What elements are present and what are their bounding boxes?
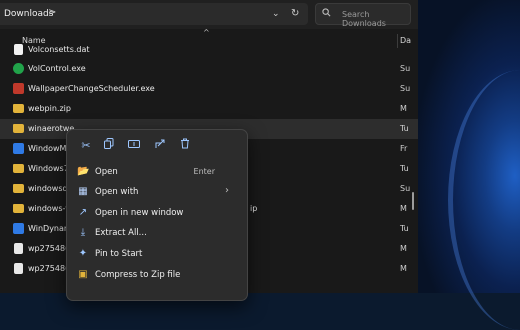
menu-item-label: Open with	[95, 187, 139, 197]
cut-icon[interactable]: ✂	[75, 136, 97, 156]
file-date: M	[400, 104, 407, 113]
menu-item-pin-to-start[interactable]: ✦ Pin to Start	[73, 245, 241, 264]
file-date: Tu	[400, 224, 409, 233]
file-row[interactable]: webpin.zip M	[0, 99, 418, 119]
context-menu: ✂ 📂 Open Enter ▦ Open with › ↗ Open in new wind…	[66, 129, 248, 301]
file-date: Su	[400, 64, 411, 73]
folder-open-icon: 📂	[77, 166, 90, 177]
file-date: M	[400, 204, 407, 213]
scrollbar-thumb[interactable]	[412, 192, 414, 210]
menu-item-label: Pin to Start	[95, 249, 143, 259]
chevron-right-icon: ›	[225, 185, 229, 196]
chevron-right-icon[interactable]: >	[48, 7, 56, 18]
file-icon	[14, 44, 23, 55]
file-icon	[14, 243, 23, 254]
file-date: Su	[400, 184, 411, 193]
menu-item-shortcut: Enter	[193, 167, 215, 176]
chevron-down-icon[interactable]: ⌄	[272, 9, 280, 19]
menu-item-open-with[interactable]: ▦ Open with ›	[73, 183, 241, 202]
file-name: Volconsetts.dat	[28, 45, 90, 54]
search-icon	[322, 8, 331, 20]
menu-item-label: Extract All...	[95, 228, 147, 238]
zip-folder-icon	[13, 184, 24, 193]
file-date: Tu	[400, 124, 409, 133]
menu-item-label: Open	[95, 167, 118, 177]
file-date: Tu	[400, 164, 409, 173]
file-row[interactable]: WallpaperChangeScheduler.exe Su	[0, 79, 418, 99]
desktop-wallpaper	[418, 0, 520, 330]
search-placeholder: Search Downloads	[342, 10, 386, 28]
zip-icon: ▣	[78, 269, 88, 280]
app-icon	[13, 63, 24, 74]
menu-item-label: Compress to Zip file	[95, 270, 181, 280]
breadcrumb[interactable]: Downloads > ⌄ ↻	[0, 3, 308, 25]
file-row[interactable]: Volconsetts.dat	[0, 40, 418, 60]
address-bar: Downloads > ⌄ ↻ Search Downloads	[0, 0, 418, 29]
extract-icon: ⤓	[80, 227, 86, 238]
share-icon[interactable]	[149, 136, 171, 156]
menu-item-compress-to-zip-file[interactable]: ▣ Compress to Zip file	[73, 266, 241, 285]
delete-icon[interactable]	[174, 136, 196, 156]
menu-item-label: Open in new window	[95, 208, 184, 218]
zip-folder-icon	[13, 164, 24, 173]
zip-folder-icon	[13, 124, 24, 133]
app-icon	[13, 83, 24, 94]
app-icon	[13, 223, 24, 234]
rename-icon[interactable]	[123, 136, 145, 156]
menu-item-extract-all[interactable]: ⤓ Extract All...	[73, 224, 241, 243]
copy-icon[interactable]	[98, 136, 120, 156]
file-name: WindowMe	[28, 144, 72, 153]
file-row[interactable]: VolControl.exe Su	[0, 59, 418, 79]
file-icon	[14, 263, 23, 274]
file-name: VolControl.exe	[28, 64, 86, 73]
file-name-suffix: ip	[250, 204, 258, 213]
app-icon	[13, 143, 24, 154]
new-window-icon: ↗	[78, 207, 88, 218]
file-date: Su	[400, 84, 411, 93]
search-input[interactable]: Search Downloads	[315, 3, 411, 28]
file-date: M	[400, 264, 407, 273]
pin-icon: ✦	[78, 248, 88, 259]
file-name: webpin.zip	[28, 104, 71, 113]
zip-folder-icon	[13, 104, 24, 113]
refresh-icon[interactable]: ↻	[291, 8, 299, 19]
file-name: WallpaperChangeScheduler.exe	[28, 84, 155, 93]
menu-item-open[interactable]: 📂 Open Enter	[73, 163, 241, 182]
open-with-icon: ▦	[78, 186, 88, 197]
zip-folder-icon	[13, 204, 24, 213]
menu-item-open-in-new-window[interactable]: ↗ Open in new window	[73, 204, 241, 223]
file-date: M	[400, 244, 407, 253]
file-date: Fr	[400, 144, 408, 153]
breadcrumb-downloads[interactable]: Downloads	[4, 9, 53, 19]
